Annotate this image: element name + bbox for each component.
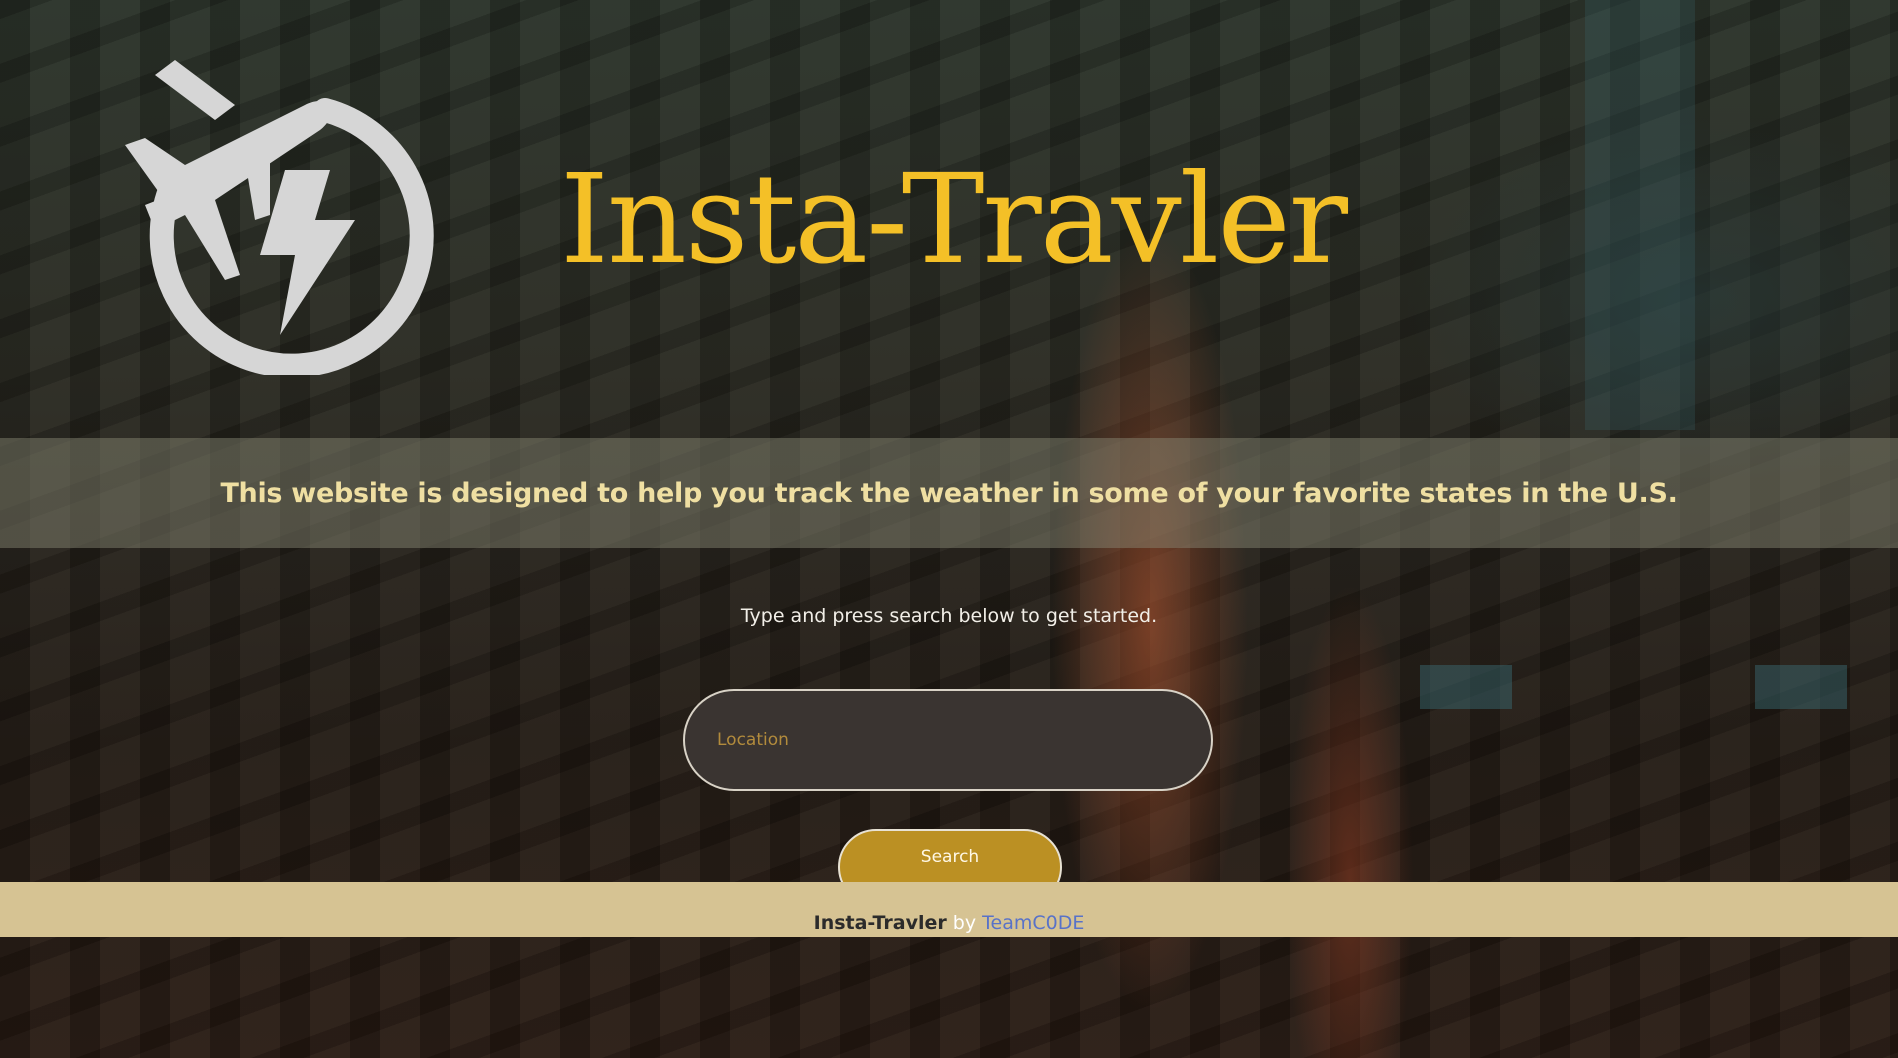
footer-credit: Insta-Travler by TeamC0DE <box>0 912 1898 934</box>
footer-brand: Insta-Travler <box>813 912 947 934</box>
plane-lightning-icon <box>125 60 434 375</box>
background-window <box>1420 665 1512 709</box>
intro-text: This website is designed to help you tra… <box>220 477 1678 509</box>
footer-by: by <box>952 912 977 934</box>
background-window <box>1755 665 1847 709</box>
team-link[interactable]: TeamC0DE <box>982 912 1084 934</box>
page-title: Insta-Travler <box>560 148 1348 292</box>
background-window <box>1585 0 1695 430</box>
intro-banner: This website is designed to help you tra… <box>0 438 1898 548</box>
location-input[interactable] <box>683 689 1213 791</box>
search-instructions: Type and press search below to get start… <box>740 605 1158 627</box>
